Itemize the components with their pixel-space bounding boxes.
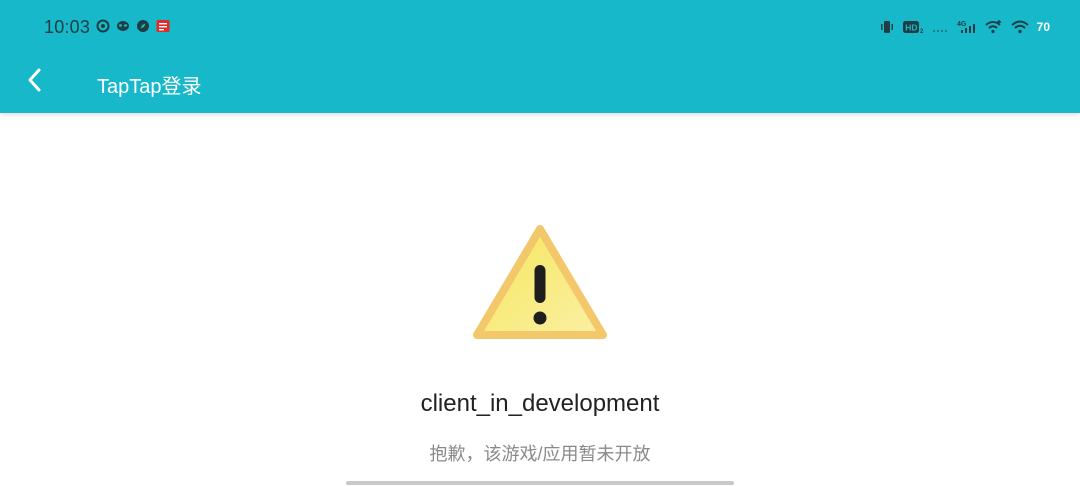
signal-icon bbox=[932, 30, 947, 32]
weibo-icon bbox=[96, 19, 110, 33]
compass-icon bbox=[137, 20, 149, 32]
warning-icon bbox=[473, 225, 607, 339]
hd-icon: HD 2 bbox=[902, 21, 924, 34]
wifi-calling-icon bbox=[984, 20, 1001, 34]
toolbar: TapTap登录 bbox=[0, 56, 1080, 113]
svg-text:2: 2 bbox=[920, 29, 924, 34]
4g-signal-icon: 4G bbox=[957, 21, 975, 33]
error-subtitle: 抱歉，该游戏/应用暂未开放 bbox=[429, 444, 651, 464]
svg-text:HD: HD bbox=[905, 23, 917, 33]
wifi-icon bbox=[1010, 20, 1029, 34]
mask-icon bbox=[117, 21, 129, 31]
notification-icons bbox=[96, 19, 170, 33]
app-bar: 10:03 HD 2 4G 70 TapTap登录 bbox=[0, 0, 1080, 113]
error-message: client_in_development bbox=[420, 390, 660, 417]
news-app-icon bbox=[156, 20, 170, 32]
page-title: TapTap登录 bbox=[97, 76, 202, 98]
status-bar: 10:03 HD 2 4G 70 bbox=[0, 0, 1080, 56]
home-indicator[interactable] bbox=[346, 481, 734, 485]
svg-text:4G: 4G bbox=[957, 21, 967, 28]
system-icons: HD 2 4G 70 bbox=[879, 19, 1050, 35]
status-time: 10:03 bbox=[44, 17, 91, 37]
content-area: client_in_development 抱歉，该游戏/应用暂未开放 bbox=[0, 113, 1080, 486]
vibrate-icon bbox=[880, 21, 893, 33]
battery-level: 70 bbox=[1036, 20, 1050, 34]
chevron-left-icon[interactable] bbox=[22, 66, 50, 94]
